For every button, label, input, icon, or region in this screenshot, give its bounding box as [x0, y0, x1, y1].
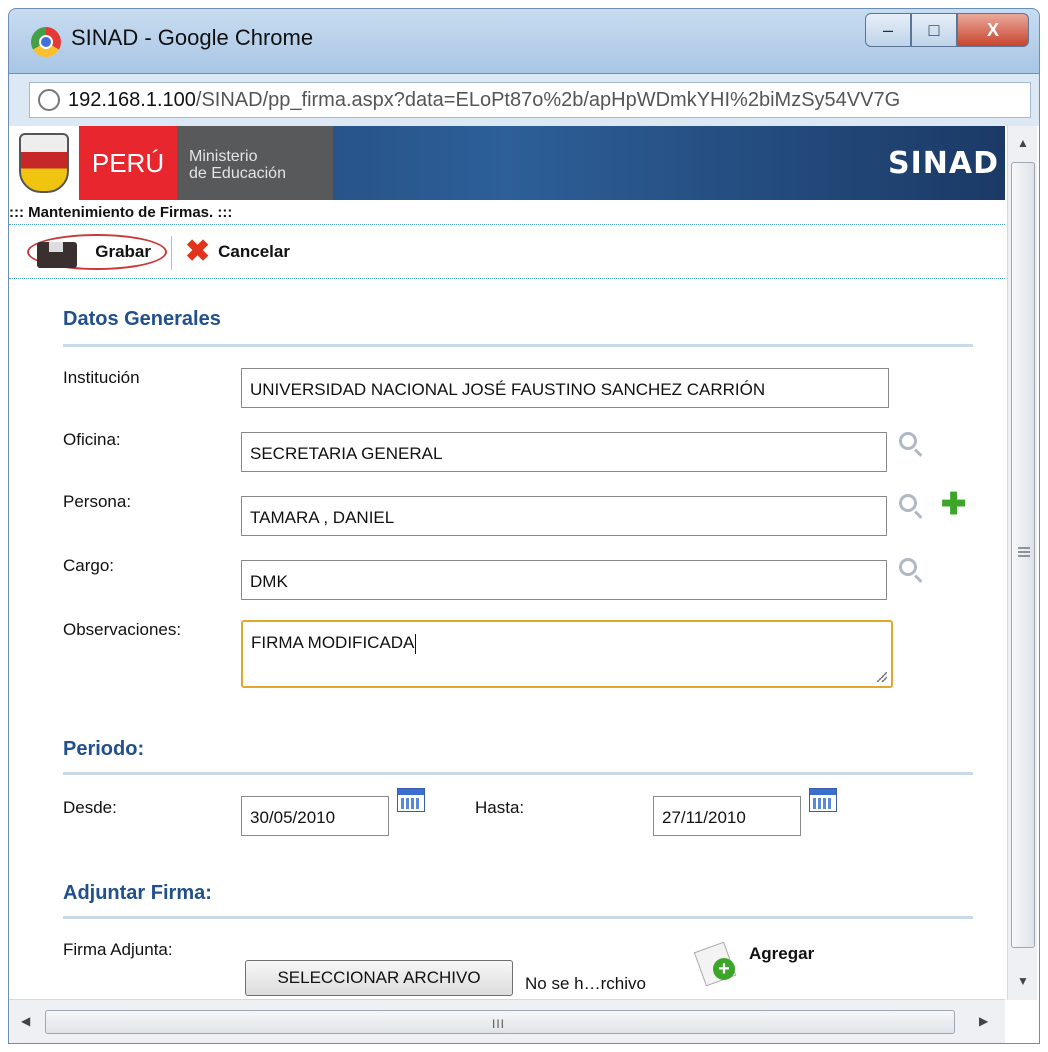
window-title: SINAD - Google Chrome [71, 25, 314, 50]
title-bar[interactable]: SINAD - Google Chrome – □ X [8, 8, 1040, 74]
cancel-button[interactable]: ✖ Cancelar [185, 234, 290, 270]
address-bar: 192.168.1.100/SINAD/pp_firma.aspx?data=E… [8, 74, 1040, 126]
divider [9, 278, 1005, 279]
observaciones-label: Observaciones: [63, 620, 182, 639]
url-path: /SINAD/pp_firma.aspx?data=ELoPt87o%2b/ap… [195, 89, 901, 111]
save-label: Grabar [95, 242, 151, 261]
desde-calendar-icon[interactable] [397, 788, 425, 812]
add-circle-icon: + [713, 958, 735, 980]
cargo-field[interactable]: DMK [241, 560, 887, 600]
search-cargo-icon[interactable] [899, 558, 917, 576]
section-divider [63, 916, 973, 919]
divider [9, 224, 1005, 225]
cargo-label: Cargo: [63, 556, 115, 575]
vertical-scroll-thumb[interactable] [1011, 162, 1035, 948]
url-host: 192.168.1.100 [68, 89, 196, 111]
ministry-logo: Ministerio de Educación [177, 126, 333, 200]
institucion-field[interactable]: UNIVERSIDAD NACIONAL JOSÉ FAUSTINO SANCH… [241, 368, 889, 408]
persona-field[interactable]: TAMARA , DANIEL [241, 496, 887, 536]
page-info-icon[interactable] [38, 89, 60, 111]
section-title-attach: Adjuntar Firma: [63, 882, 212, 904]
desde-date-field[interactable]: 30/05/2010 [241, 796, 389, 836]
search-persona-icon[interactable] [899, 494, 917, 512]
resize-grip-icon[interactable] [877, 672, 887, 682]
add-persona-icon[interactable]: ✚ [941, 490, 966, 520]
section-title-general: Datos Generales [63, 308, 221, 330]
peru-logo: PERÚ [79, 126, 177, 200]
window-controls: – □ X [865, 13, 1029, 47]
app-logo: SINAD [888, 146, 999, 181]
url-field[interactable]: 192.168.1.100/SINAD/pp_firma.aspx?data=E… [29, 82, 1031, 118]
url-text: 192.168.1.100/SINAD/pp_firma.aspx?data=E… [68, 89, 900, 112]
scroll-grip-label: III [492, 1017, 506, 1031]
cancel-x-icon: ✖ [185, 235, 211, 268]
close-button[interactable]: X [957, 13, 1029, 47]
browser-window: SINAD - Google Chrome – □ X 192.168.1.10… [8, 8, 1048, 1044]
scroll-grip-icon [1018, 547, 1030, 557]
hasta-date-field[interactable]: 27/11/2010 [653, 796, 801, 836]
cancel-label: Cancelar [218, 242, 290, 261]
peru-coat-of-arms-icon [9, 126, 79, 200]
chrome-icon [31, 27, 61, 57]
scroll-left-arrow-icon[interactable]: ◀ [21, 1014, 30, 1028]
toolbar-separator [171, 236, 172, 270]
hasta-calendar-icon[interactable] [809, 788, 837, 812]
select-file-button[interactable]: SELECCIONAR ARCHIVO [245, 960, 513, 996]
header-banner: PERÚ Ministerio de Educación SINAD [9, 126, 1005, 200]
ministry-line1: Ministerio [189, 148, 258, 165]
toolbar: Grabar ✖ Cancelar [9, 226, 1005, 278]
file-status-text: No se h…rchivo [525, 974, 646, 993]
desde-label: Desde: [63, 798, 117, 817]
scroll-right-arrow-icon[interactable]: ▶ [979, 1014, 988, 1028]
oficina-field[interactable]: SECRETARIA GENERAL [241, 432, 887, 472]
scroll-down-arrow-icon[interactable]: ▼ [1017, 974, 1029, 988]
add-attachment-label: Agregar [749, 944, 815, 963]
horizontal-scroll-thumb[interactable]: III [45, 1010, 955, 1034]
vertical-scrollbar[interactable]: ▲ ▼ [1007, 126, 1037, 1000]
observaciones-text: FIRMA MODIFICADA [251, 633, 415, 652]
ministry-line2: de Educación [189, 165, 286, 182]
section-divider [63, 772, 973, 775]
minimize-button[interactable]: – [865, 13, 911, 47]
search-oficina-icon[interactable] [899, 432, 917, 450]
horizontal-scrollbar[interactable]: ◀ III ▶ [9, 999, 1005, 1043]
observaciones-textarea[interactable]: FIRMA MODIFICADA [241, 620, 893, 688]
persona-label: Persona: [63, 492, 132, 511]
oficina-label: Oficina: [63, 430, 121, 449]
maximize-button[interactable]: □ [911, 13, 957, 47]
institucion-label: Institución [63, 368, 140, 387]
firma-adjunta-label: Firma Adjunta: [63, 940, 173, 959]
section-divider [63, 344, 973, 347]
page-content: PERÚ Ministerio de Educación SINAD ::: M… [8, 126, 1040, 1044]
floppy-disk-icon [37, 242, 77, 268]
text-caret [415, 633, 417, 654]
save-button[interactable]: Grabar [27, 234, 167, 270]
scroll-up-arrow-icon[interactable]: ▲ [1017, 136, 1029, 150]
add-attachment-button[interactable]: + Agregar [693, 938, 839, 987]
breadcrumb: ::: Mantenimiento de Firmas. ::: [9, 204, 233, 221]
section-title-period: Periodo: [63, 738, 145, 760]
hasta-label: Hasta: [475, 798, 525, 817]
